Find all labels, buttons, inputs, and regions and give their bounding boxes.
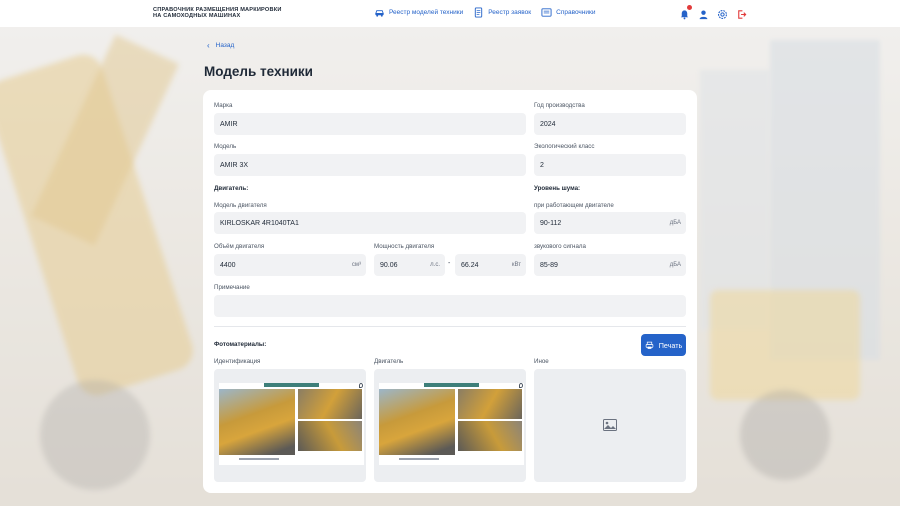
nav-references[interactable]: Справочники (541, 7, 596, 18)
other-photo-label: Иное (534, 358, 549, 365)
identification-photo[interactable] (214, 369, 366, 482)
brand-label: Марка (214, 102, 233, 109)
print-label: Печать (658, 340, 683, 350)
bell-icon[interactable] (679, 5, 692, 20)
power-hp-value: 90.06 (380, 261, 398, 269)
power-kw-value: 66.24 (461, 261, 479, 269)
identification-document-image (219, 383, 364, 465)
identification-label: Идентификация (214, 358, 261, 365)
noise-running-value: 90-112 (540, 219, 562, 227)
top-header: СПРАВОЧНИК РАЗМЕЩЕНИЯ МАРКИРОВКИ НА САМО… (0, 0, 900, 27)
other-photo[interactable] (534, 369, 686, 482)
engine-section-title: Двигатель: (214, 185, 249, 192)
engine-document-image (379, 383, 524, 465)
document-icon (475, 7, 483, 18)
volume-field[interactable]: 4400 см³ (214, 254, 366, 276)
page-title: Модель техники (204, 64, 313, 79)
car-icon (375, 10, 384, 17)
noise-signal-label: звукового сигнала (534, 243, 586, 250)
noise-running-unit: дБА (669, 220, 681, 226)
volume-label: Объём двигателя (214, 243, 265, 250)
model-field[interactable]: AMIR 3X (214, 154, 526, 176)
chevron-left-icon: ‹ (207, 41, 210, 50)
logout-icon[interactable] (736, 7, 747, 19)
nav-requests-registry[interactable]: Реестр заявок (473, 7, 531, 18)
noise-signal-value: 85-89 (540, 261, 558, 269)
power-kw-unit: кВт (511, 262, 521, 268)
note-label: Примечание (214, 284, 250, 291)
header-actions (679, 5, 747, 20)
engine-photo[interactable] (374, 369, 526, 482)
logo-line2: НА САМОХОДНЫХ МАШИНАХ (153, 13, 241, 19)
noise-running-field[interactable]: 90-112 дБА (534, 212, 686, 234)
engine-model-label: Модель двигателя (214, 202, 267, 209)
settings-icon[interactable] (717, 7, 728, 19)
noise-signal-unit: дБА (669, 262, 681, 268)
engine-photo-label: Двигатель (374, 358, 404, 365)
model-card: Марка AMIR Год производства 2024 Модель … (203, 90, 697, 493)
engine-model-field[interactable]: KIRLOSKAR 4R1040TA1 (214, 212, 526, 234)
note-field[interactable] (214, 295, 686, 317)
brand-field[interactable]: AMIR (214, 113, 526, 135)
power-separator: - (448, 260, 451, 267)
back-link[interactable]: ‹ Назад (207, 41, 234, 50)
book-icon (541, 8, 552, 17)
print-button[interactable]: Печать (641, 334, 686, 356)
year-field[interactable]: 2024 (534, 113, 686, 135)
nav-references-label: Справочники (556, 9, 596, 16)
nav-models-registry[interactable]: Реестр моделей техники (374, 7, 463, 18)
eco-class-label: Экологический класс (534, 143, 595, 150)
volume-value: 4400 (220, 261, 236, 269)
noise-section-title: Уровень шума: (534, 185, 581, 192)
noise-signal-field[interactable]: 85-89 дБА (534, 254, 686, 276)
nav-requests-label: Реестр заявок (488, 9, 532, 16)
eco-class-field[interactable]: 2 (534, 154, 686, 176)
power-label: Мощность двигателя (374, 243, 435, 250)
printer-icon (645, 341, 653, 349)
volume-unit: см³ (351, 262, 361, 268)
noise-running-label: при работающем двигателе (534, 202, 614, 209)
image-placeholder-icon (603, 419, 617, 431)
notification-dot (687, 5, 692, 10)
year-label: Год производства (534, 102, 585, 109)
location-pin-icon (359, 383, 363, 388)
location-pin-icon (519, 383, 523, 388)
divider (214, 326, 686, 327)
app-logo[interactable]: СПРАВОЧНИК РАЗМЕЩЕНИЯ МАРКИРОВКИ НА САМО… (153, 7, 293, 19)
power-hp-unit: л.с. (430, 262, 440, 268)
user-icon[interactable] (698, 7, 709, 20)
nav-models-label: Реестр моделей техники (389, 9, 464, 16)
main-nav: Реестр моделей техники Реестр заявок Спр… (374, 7, 596, 18)
power-hp-field[interactable]: 90.06 л.с. (374, 254, 445, 276)
model-label: Модель (214, 143, 237, 150)
power-kw-field[interactable]: 66.24 кВт (455, 254, 526, 276)
back-label: Назад (215, 42, 235, 49)
photos-section-title: Фотоматериалы: (214, 341, 267, 348)
